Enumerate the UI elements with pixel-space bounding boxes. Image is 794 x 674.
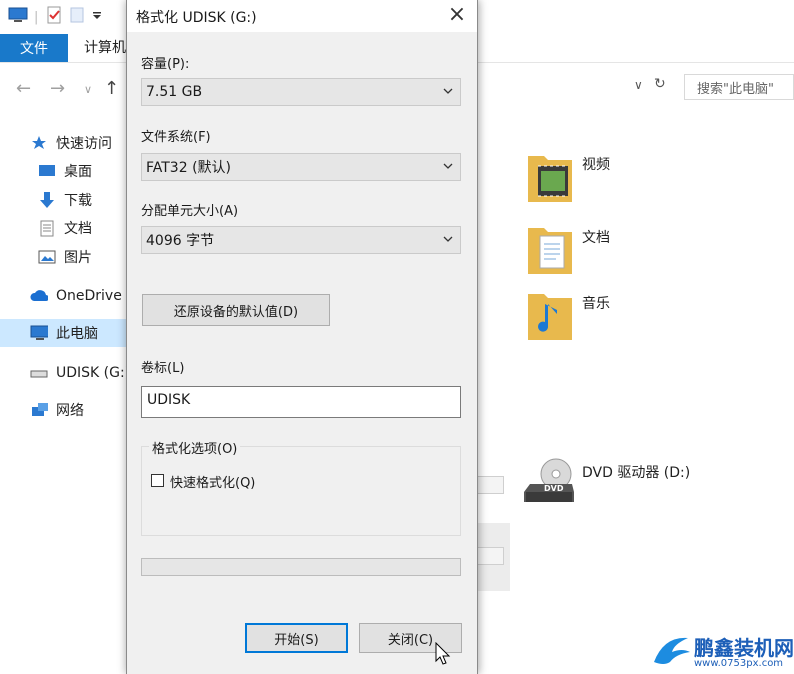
- format-progress-bar: [141, 558, 461, 576]
- sidebar-item-udisk[interactable]: UDISK (G:): [30, 359, 126, 387]
- sidebar-item-onedrive[interactable]: OneDrive: [30, 282, 126, 310]
- folder-label: 视频: [582, 157, 610, 173]
- filesystem-select[interactable]: FAT32 (默认): [141, 153, 461, 181]
- format-options-group: [141, 446, 461, 536]
- recent-chevron-icon[interactable]: ∨: [84, 83, 92, 96]
- watermark-logo: [654, 637, 690, 664]
- tab-computer[interactable]: 计算机: [84, 34, 126, 62]
- volume-label-input[interactable]: UDISK: [141, 386, 461, 418]
- format-dialog: 格式化 UDISK (G:) × 容量(P): 7.51 GB 文件系统(F) …: [126, 0, 478, 674]
- sidebar-item-label: 此电脑: [56, 326, 98, 342]
- pictures-icon: [38, 249, 56, 265]
- sidebar-item-downloads[interactable]: 下载: [38, 186, 126, 214]
- star-icon: [30, 135, 48, 151]
- quick-access-toolbar: |: [0, 0, 130, 34]
- capacity-label: 容量(P):: [141, 57, 190, 72]
- chevron-down-icon: [443, 163, 453, 169]
- sidebar-item-desktop[interactable]: 桌面: [38, 157, 126, 185]
- refresh-icon[interactable]: ↻: [654, 76, 672, 94]
- computer-icon[interactable]: [8, 7, 28, 27]
- drive-label: DVD 驱动器 (D:): [582, 465, 691, 481]
- sidebar-item-pictures[interactable]: 图片: [38, 243, 126, 271]
- download-icon: [38, 192, 56, 208]
- computer-icon: [30, 325, 48, 341]
- usb-drive-icon: [30, 365, 48, 381]
- sidebar-item-label: 网络: [56, 403, 84, 419]
- sidebar-item-network[interactable]: 网络: [30, 396, 126, 424]
- start-button[interactable]: 开始(S): [245, 623, 348, 653]
- quick-format-checkbox[interactable]: [151, 474, 164, 487]
- allocation-select[interactable]: 4096 字节: [141, 226, 461, 254]
- format-options-title: 格式化选项(O): [149, 438, 241, 457]
- address-dropdown-icon[interactable]: ∨: [634, 78, 643, 92]
- new-folder-icon[interactable]: [70, 7, 84, 27]
- customize-dropdown-icon[interactable]: [92, 10, 102, 25]
- sidebar-item-label: 快速访问: [56, 136, 112, 152]
- volume-label-label: 卷标(L): [141, 361, 185, 376]
- documents-folder-icon: [528, 228, 572, 274]
- back-arrow-icon[interactable]: ←: [16, 78, 31, 99]
- chevron-down-icon: [443, 236, 453, 242]
- filesystem-value: FAT32 (默认): [146, 160, 231, 176]
- folder-music[interactable]: 音乐: [526, 284, 610, 344]
- dialog-title: 格式化 UDISK (G:): [136, 10, 257, 26]
- folder-label: 音乐: [582, 296, 610, 312]
- allocation-value: 4096 字节: [146, 233, 215, 249]
- mouse-cursor-icon: [435, 642, 451, 665]
- dvd-drive-icon: [524, 458, 574, 502]
- restore-defaults-button[interactable]: 还原设备的默认值(D): [142, 294, 330, 326]
- watermark: 鹏鑫装机网 www.0753px.com: [650, 630, 794, 674]
- close-icon[interactable]: ×: [445, 4, 469, 28]
- sidebar-item-this-pc[interactable]: 此电脑: [0, 319, 126, 347]
- watermark-brand: 鹏鑫装机网: [694, 636, 794, 660]
- dvd-badge: DVD: [544, 484, 564, 493]
- up-arrow-icon[interactable]: ↑: [104, 78, 119, 99]
- separator: |: [34, 9, 39, 25]
- desktop-icon: [38, 163, 56, 179]
- sidebar-item-label: UDISK (G:): [56, 365, 126, 381]
- videos-folder-icon: [528, 156, 572, 202]
- sidebar-item-label: 文档: [64, 221, 92, 237]
- search-input[interactable]: 搜索"此电脑": [684, 74, 794, 100]
- properties-icon[interactable]: [46, 6, 62, 28]
- watermark-url: www.0753px.com: [694, 658, 784, 669]
- capacity-value: 7.51 GB: [146, 84, 203, 100]
- tab-file[interactable]: 文件: [0, 34, 68, 62]
- folder-label: 文档: [582, 230, 610, 246]
- dvd-drive[interactable]: DVD DVD 驱动器 (D:): [522, 456, 690, 510]
- sidebar-item-label: 图片: [64, 250, 92, 266]
- music-folder-icon: [528, 294, 572, 340]
- sidebar-item-documents[interactable]: 文档: [38, 214, 126, 242]
- folder-documents[interactable]: 文档: [526, 218, 610, 278]
- sidebar-item-label: 桌面: [64, 164, 92, 180]
- sidebar-item-quick-access[interactable]: 快速访问: [30, 129, 126, 157]
- documents-icon: [38, 220, 56, 236]
- allocation-label: 分配单元大小(A): [141, 204, 239, 219]
- drive-capacity-bar: [476, 476, 504, 494]
- sidebar-item-label: 下载: [64, 193, 92, 209]
- forward-arrow-icon[interactable]: →: [50, 78, 65, 99]
- quick-format-label[interactable]: 快速格式化(Q): [170, 472, 255, 491]
- filesystem-label: 文件系统(F): [141, 130, 211, 145]
- network-icon: [30, 402, 48, 418]
- dialog-titlebar[interactable]: 格式化 UDISK (G:) ×: [127, 0, 477, 32]
- sidebar-item-label: OneDrive: [56, 288, 122, 304]
- cloud-icon: [30, 288, 48, 304]
- folder-videos[interactable]: 视频: [526, 146, 610, 206]
- chevron-down-icon: [443, 88, 453, 94]
- drive-capacity-bar: [476, 547, 504, 565]
- capacity-select[interactable]: 7.51 GB: [141, 78, 461, 106]
